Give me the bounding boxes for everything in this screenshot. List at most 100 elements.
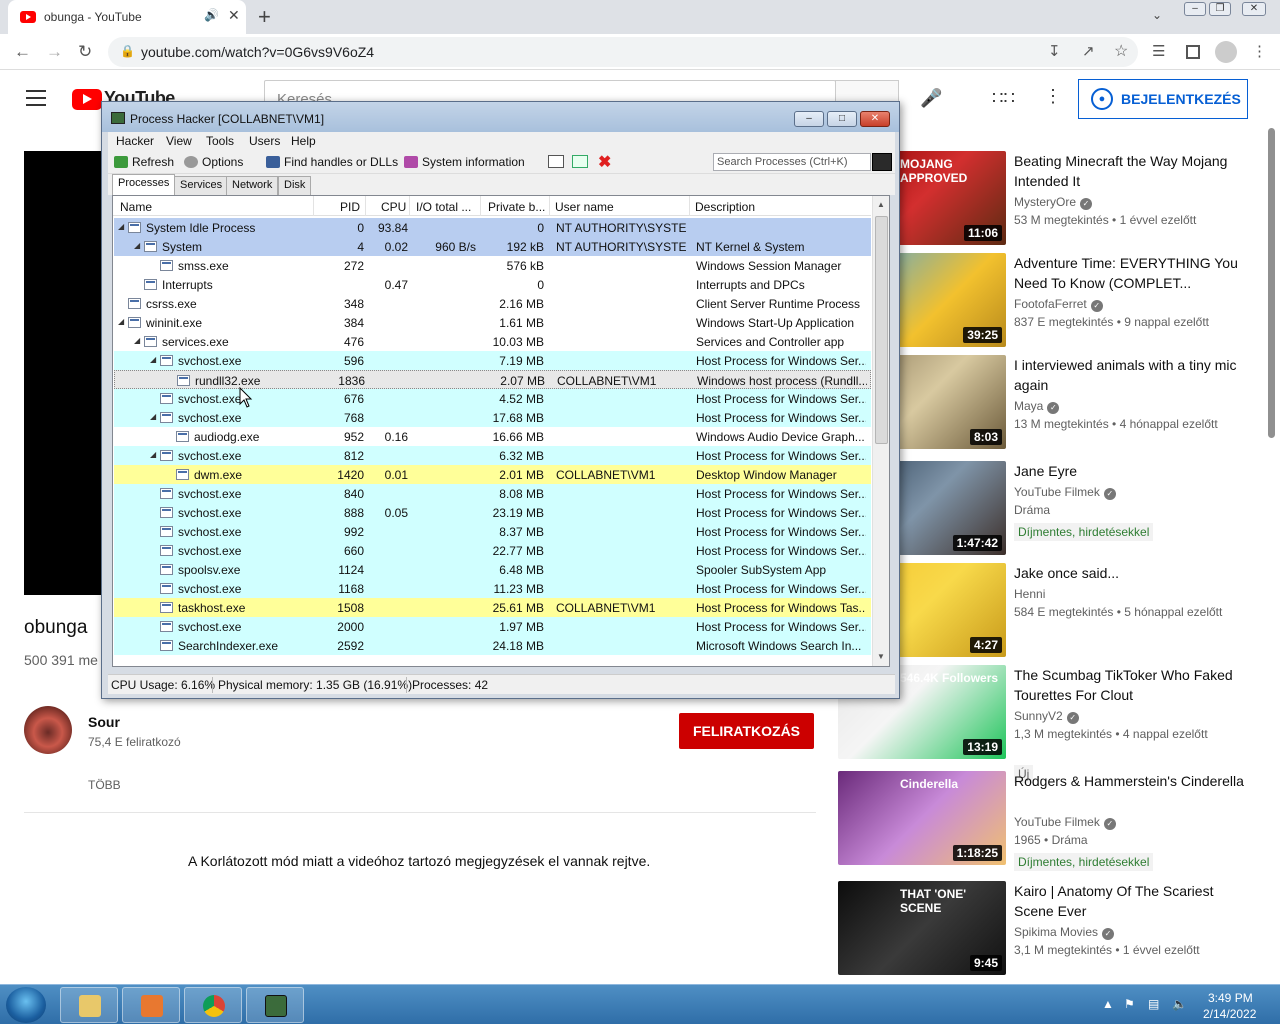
process-row[interactable]: svchost.exe 2000 1.97 MB Host Process for W…: [114, 617, 871, 636]
reload-button[interactable]: ↻: [78, 42, 92, 62]
column-separator[interactable]: [480, 196, 481, 216]
column-name[interactable]: Name: [120, 200, 152, 214]
recommendation-channel[interactable]: YouTube Filmek ✓: [1014, 815, 1116, 830]
recommendation-card[interactable]: 8:03 I interviewed animals with a tiny mi…: [838, 355, 1258, 455]
column-separator[interactable]: [689, 196, 690, 216]
process-row[interactable]: svchost.exe 888 0.05 23.19 MB Host Process f…: [114, 503, 871, 522]
tree-expander-icon[interactable]: ◢: [150, 355, 156, 364]
refresh-button[interactable]: Refresh: [114, 155, 174, 169]
taskbar-explorer[interactable]: [60, 987, 118, 1023]
taskbar-process-hacker[interactable]: [246, 987, 304, 1023]
browser-tab[interactable]: obunga - YouTube 🔊 ✕: [8, 0, 246, 34]
process-row[interactable]: dwm.exe 1420 0.01 2.01 MB COLLABNET\VM1 Deskt…: [114, 465, 871, 484]
window-icon[interactable]: [548, 155, 564, 168]
recommendation-card[interactable]: 4:27 Jake once said... Henni 584 E megtekin…: [838, 563, 1258, 663]
recommendation-channel[interactable]: Maya ✓: [1014, 399, 1060, 414]
process-row[interactable]: rundll32.exe 1836 2.07 MB COLLABNET\VM1 Wind…: [114, 370, 871, 389]
new-tab-button[interactable]: +: [258, 4, 271, 30]
process-row[interactable]: svchost.exe 840 8.08 MB Host Process for Wi…: [114, 484, 871, 503]
process-row[interactable]: svchost.exe 676 4.52 MB Host Process for Wi…: [114, 389, 871, 408]
process-row[interactable]: taskhost.exe 1508 25.61 MB COLLABNET\VM1 Hos…: [114, 598, 871, 617]
tray-expand-icon[interactable]: ▲: [1102, 997, 1114, 1011]
recommendation-title[interactable]: The Scumbag TikToker Who Faked Tourettes…: [1014, 665, 1244, 705]
recommendation-title[interactable]: Jake once said...: [1014, 563, 1244, 583]
minimize-button[interactable]: –: [794, 111, 824, 127]
maximize-button[interactable]: □: [827, 111, 857, 127]
window-titlebar[interactable]: Process Hacker [COLLABNET\VM1] – □ ✕: [102, 102, 899, 132]
process-row[interactable]: ◢ System Idle Process 0 93.84 0 NT AUTHORITY\…: [114, 218, 871, 237]
recommendation-card[interactable]: 39:25 Adventure Time: EVERYTHING You Need…: [838, 253, 1258, 353]
video-player[interactable]: [24, 151, 104, 595]
process-row[interactable]: svchost.exe 992 8.37 MB Host Process for Wi…: [114, 522, 871, 541]
speaker-icon[interactable]: 🔊: [204, 8, 219, 22]
options-button[interactable]: Options: [184, 155, 243, 169]
tree-expander-icon[interactable]: ◢: [118, 317, 124, 326]
action-center-flag-icon[interactable]: ⚑: [1124, 997, 1135, 1011]
window-go-icon[interactable]: [572, 155, 588, 168]
recommendation-title[interactable]: Adventure Time: EVERYTHING You Need To K…: [1014, 253, 1244, 293]
menu-hacker[interactable]: Hacker: [116, 134, 154, 148]
recommendation-title[interactable]: I interviewed animals with a tiny mic ag…: [1014, 355, 1244, 395]
menu-help[interactable]: Help: [291, 134, 316, 148]
channel-avatar[interactable]: [24, 706, 72, 754]
address-bar[interactable]: 🔒 youtube.com/watch?v=0G6vs9V6oZ4 ↧ ↗ ☆: [108, 37, 1138, 67]
recommendation-title[interactable]: Jane Eyre: [1014, 461, 1244, 481]
recommendation-channel[interactable]: MysteryOre ✓: [1014, 195, 1093, 210]
recommendation-card[interactable]: 1:47:42 Jane Eyre YouTube Filmek ✓ Dráma Díjm…: [838, 461, 1258, 561]
close-button[interactable]: ✕: [860, 111, 890, 127]
channel-name[interactable]: Sour: [88, 714, 120, 730]
volume-icon[interactable]: 🔈: [1172, 997, 1187, 1011]
column-separator[interactable]: [313, 196, 314, 216]
column-separator[interactable]: [409, 196, 410, 216]
recommendation-title[interactable]: Beating Minecraft the Way Mojang Intende…: [1014, 151, 1244, 191]
system-information-button[interactable]: System information: [404, 155, 525, 169]
menu-tools[interactable]: Tools: [206, 134, 234, 148]
network-icon[interactable]: ▤: [1148, 997, 1159, 1011]
clock-time[interactable]: 3:49 PM: [1208, 991, 1253, 1005]
show-more-button[interactable]: TÖBB: [88, 778, 121, 792]
tab-services[interactable]: Services: [174, 176, 229, 195]
recommendation-title[interactable]: Kairo | Anatomy Of The Scariest Scene Ev…: [1014, 881, 1244, 921]
apps-grid-icon[interactable]: ∷∷: [992, 88, 1015, 109]
recommendation-card[interactable]: THAT 'ONE' SCENE 9:45 Kairo | Anatomy Of T…: [838, 881, 1258, 981]
search-processes-input[interactable]: Search Processes (Ctrl+K): [713, 153, 871, 171]
close-tab-icon[interactable]: ✕: [228, 7, 240, 24]
tree-expander-icon[interactable]: ◢: [134, 336, 140, 345]
media-control-icon[interactable]: ☰: [1152, 42, 1165, 60]
lock-icon[interactable]: 🔒: [120, 44, 135, 58]
more-options-icon[interactable]: ⋮: [1044, 86, 1062, 107]
restore-button[interactable]: ❐: [1209, 2, 1231, 16]
process-list[interactable]: Name PID CPU I/O total ... Private b... …: [112, 195, 890, 667]
taskbar-media-player[interactable]: [122, 987, 180, 1023]
minimize-button[interactable]: –: [1184, 2, 1206, 16]
tab-network[interactable]: Network: [226, 176, 279, 195]
column-description[interactable]: Description: [695, 200, 755, 214]
share-icon[interactable]: ↗: [1082, 42, 1095, 60]
process-row[interactable]: ◢ wininit.exe 384 1.61 MB Windows Start-Up A…: [114, 313, 871, 332]
scrollbar-thumb[interactable]: [875, 216, 888, 444]
tree-expander-icon[interactable]: ◢: [134, 241, 140, 250]
clock-date[interactable]: 2/14/2022: [1203, 1007, 1256, 1021]
recommendation-title[interactable]: Rodgers & Hammerstein's Cinderella: [1014, 771, 1244, 791]
recommendation-channel[interactable]: SunnyV2 ✓: [1014, 709, 1079, 724]
tree-expander-icon[interactable]: ◢: [118, 222, 124, 231]
process-row[interactable]: ◢ svchost.exe 812 6.32 MB Host Process for W…: [114, 446, 871, 465]
forward-button[interactable]: →: [46, 42, 63, 62]
column-user-name[interactable]: User name: [555, 200, 614, 214]
subscribe-button[interactable]: FELIRATKOZÁS: [679, 713, 814, 749]
microphone-icon[interactable]: 🎤: [920, 88, 942, 109]
find-handles-button[interactable]: Find handles or DLLs: [266, 155, 398, 169]
terminate-icon[interactable]: ✖: [598, 152, 611, 172]
menu-users[interactable]: Users: [249, 134, 280, 148]
process-row[interactable]: spoolsv.exe 1124 6.48 MB Spooler SubSystem …: [114, 560, 871, 579]
column-io[interactable]: I/O total ...: [416, 200, 471, 214]
menu-dots-icon[interactable]: ⋮: [1252, 42, 1267, 60]
process-row[interactable]: SearchIndexer.exe 2592 24.18 MB Microsoft W…: [114, 636, 871, 655]
vertical-scrollbar[interactable]: ▲ ▼: [872, 196, 889, 666]
close-window-button[interactable]: ✕: [1242, 2, 1266, 16]
video-thumbnail[interactable]: Cinderella 1:18:25: [838, 771, 1006, 865]
menu-view[interactable]: View: [166, 134, 192, 148]
recommendation-card[interactable]: 546.4K Followers 13:19 The Scumbag TikToke…: [838, 665, 1258, 783]
scroll-up-icon[interactable]: ▲: [877, 200, 885, 209]
process-row[interactable]: audiodg.exe 952 0.16 16.66 MB Windows Audio …: [114, 427, 871, 446]
